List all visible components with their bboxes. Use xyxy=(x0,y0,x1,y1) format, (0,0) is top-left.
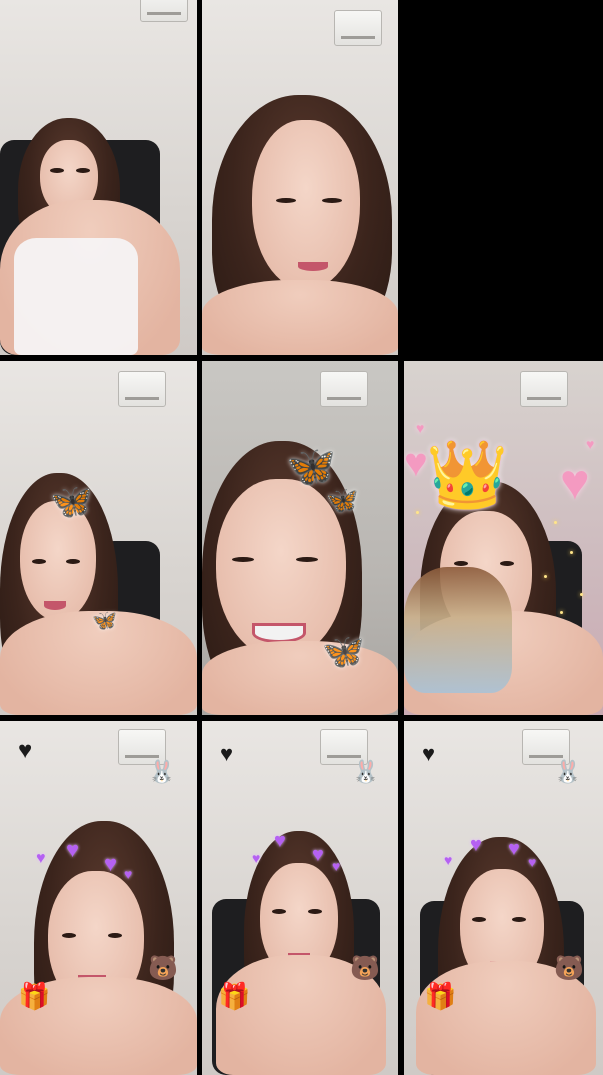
gift-icon: 🎁 xyxy=(424,981,457,1011)
heart-icon: ♥ xyxy=(470,834,482,856)
participant-mouth xyxy=(44,601,66,610)
video-tile-r1c3-empty xyxy=(403,0,603,355)
gift-icon: 🎁 xyxy=(218,981,251,1011)
video-tile-r1c1[interactable] xyxy=(0,0,197,355)
air-conditioner xyxy=(140,0,188,22)
heart-icon: ♥ xyxy=(104,851,118,876)
participant-body xyxy=(202,641,398,715)
bear-icon: 🐻 xyxy=(350,955,380,982)
lace-top xyxy=(14,238,138,355)
heart-icon: ♥ xyxy=(220,741,234,766)
butterfly-icon: 🦋 xyxy=(326,485,359,515)
bear-icon: 🐻 xyxy=(554,955,584,982)
participant-mouth xyxy=(298,262,328,271)
butterfly-icon: 🦋 xyxy=(322,633,365,671)
bear-icon: 🐻 xyxy=(148,955,178,982)
gem-heart-icon: ♥ xyxy=(416,420,425,436)
heart-icon: ♥ xyxy=(528,854,537,870)
gem-heart-icon: ♥ xyxy=(404,441,428,485)
air-conditioner xyxy=(118,371,166,407)
heart-icon: ♥ xyxy=(274,830,286,852)
bunny-icon: 🐰 xyxy=(352,759,380,784)
heart-icon: ♥ xyxy=(312,844,324,866)
video-tile-r1c2[interactable] xyxy=(202,0,398,355)
heart-icon: ♥ xyxy=(444,852,453,868)
heart-icon: ♥ xyxy=(36,850,46,867)
video-tile-r3c3[interactable]: ♥ 🐰 ♥ ♥ ♥ ♥ 🐻 🎁 xyxy=(404,721,603,1075)
air-conditioner xyxy=(520,371,568,407)
gift-icon: 🎁 xyxy=(18,981,51,1011)
participant-mouth xyxy=(252,623,306,643)
heart-icon: ♥ xyxy=(18,737,33,764)
video-tile-r3c2[interactable]: ♥ 🐰 ♥ ♥ ♥ ♥ 🐻 🎁 xyxy=(202,721,398,1075)
air-conditioner xyxy=(334,10,382,46)
bunny-icon: 🐰 xyxy=(148,759,176,784)
gem-heart-icon: ♥ xyxy=(560,454,590,510)
heart-icon: ♥ xyxy=(508,838,520,860)
butterfly-icon: 🦋 xyxy=(286,445,336,489)
video-tile-r2c3[interactable]: 👑 ♥ ♥ ♥ ♥ xyxy=(404,361,603,715)
heart-icon: ♥ xyxy=(252,850,261,866)
crown-icon: 👑 xyxy=(426,437,509,511)
video-tile-r2c2[interactable]: 🦋 🦋 🦋 xyxy=(202,361,398,715)
participant-body xyxy=(202,280,398,355)
heart-icon: ♥ xyxy=(66,837,80,862)
video-tile-r2c1[interactable]: 🦋 🦋 xyxy=(0,361,197,715)
butterfly-icon: 🦋 xyxy=(50,483,93,521)
prince-figure xyxy=(404,567,512,693)
heart-icon: ♥ xyxy=(124,866,133,882)
butterfly-icon: 🦋 xyxy=(92,610,117,632)
air-conditioner xyxy=(320,371,368,407)
heart-icon: ♥ xyxy=(422,741,436,766)
video-call-grid: 🦋 🦋 🦋 🦋 🦋 👑 ♥ ♥ ♥ ♥ ♥ 🐰 ♥ ♥ ♥ ♥ 🐻 🎁 ♥ 🐰 … xyxy=(0,0,603,1075)
heart-icon: ♥ xyxy=(332,858,341,874)
gem-heart-icon: ♥ xyxy=(586,436,595,452)
bunny-icon: 🐰 xyxy=(554,759,582,784)
video-tile-r3c1[interactable]: ♥ 🐰 ♥ ♥ ♥ ♥ 🐻 🎁 xyxy=(0,721,197,1075)
